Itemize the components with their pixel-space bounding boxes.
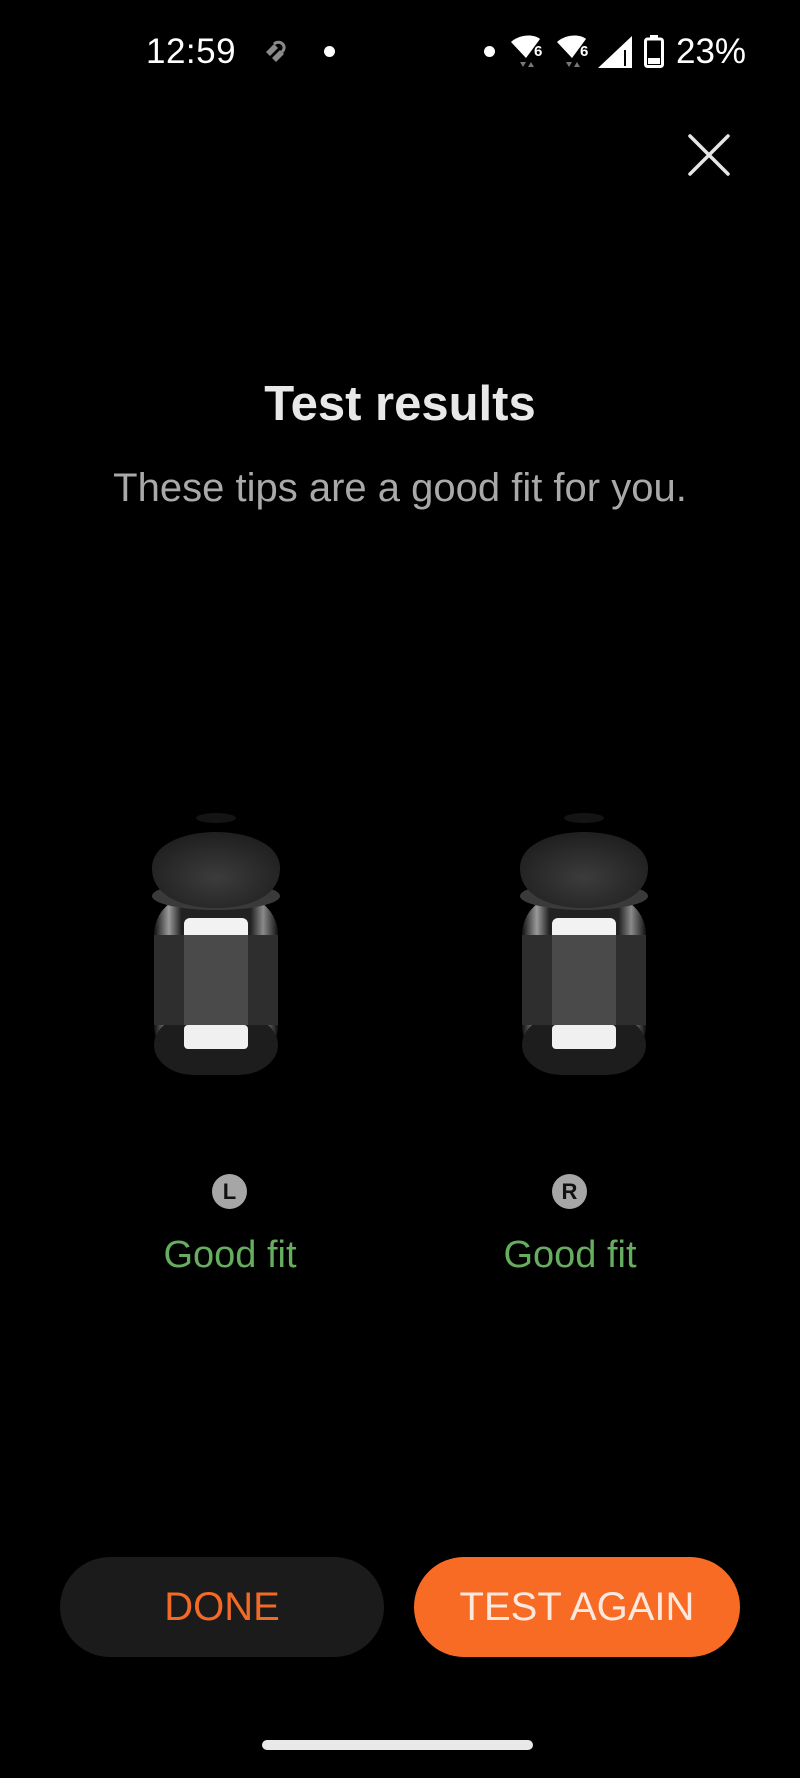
right-earbud-image bbox=[520, 813, 648, 1075]
battery-icon bbox=[644, 35, 664, 68]
close-button[interactable] bbox=[676, 122, 742, 188]
left-side-badge: L bbox=[212, 1174, 247, 1209]
page-subtitle: These tips are a good fit for you. bbox=[113, 466, 687, 510]
home-indicator[interactable] bbox=[262, 1740, 533, 1750]
done-button[interactable]: DONE bbox=[60, 1557, 384, 1657]
svg-text:6: 6 bbox=[580, 43, 588, 60]
wifi-6-icon: 6 bbox=[511, 35, 542, 67]
left-earbud-image bbox=[152, 813, 280, 1075]
wifi-6-icon: 6 bbox=[557, 35, 588, 67]
status-time: 12:59 bbox=[146, 32, 237, 71]
app-notification-icon bbox=[266, 40, 286, 62]
status-bar: 12:59 6 6 23% bbox=[0, 0, 800, 100]
left-fit-status: Good fit bbox=[163, 1234, 297, 1276]
test-again-button[interactable]: TEST AGAIN bbox=[414, 1557, 740, 1657]
status-dot-icon bbox=[484, 46, 495, 57]
svg-text:6: 6 bbox=[534, 43, 542, 60]
notification-dot-icon bbox=[324, 46, 335, 57]
close-icon bbox=[688, 134, 730, 176]
right-fit-status: Good fit bbox=[503, 1234, 637, 1276]
page-title: Test results bbox=[264, 377, 536, 431]
right-side-badge: R bbox=[552, 1174, 587, 1209]
cell-signal-icon bbox=[598, 36, 632, 68]
battery-percent: 23% bbox=[676, 32, 747, 71]
